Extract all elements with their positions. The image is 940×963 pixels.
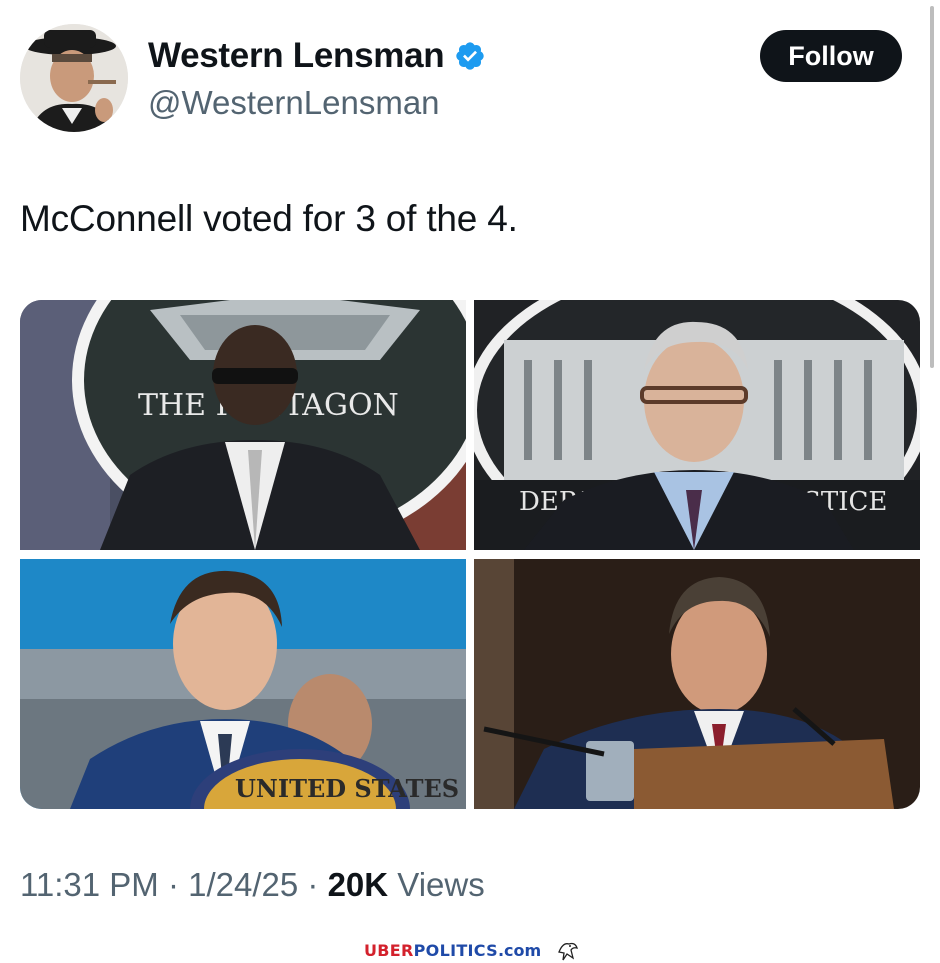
watermark: UBERPOLITICS.com bbox=[364, 938, 581, 963]
tweet-header: Western Lensman @WesternLensman Follow bbox=[20, 24, 904, 134]
avatar[interactable] bbox=[20, 24, 128, 132]
tweet-photo-3[interactable]: UNITED STATES bbox=[20, 559, 466, 809]
author-display-name[interactable]: Western Lensman bbox=[148, 36, 445, 76]
seal-text: UNITED STATES bbox=[235, 774, 459, 803]
hearing-photo bbox=[474, 559, 920, 809]
name-row: Western Lensman bbox=[148, 36, 486, 76]
follow-button[interactable]: Follow bbox=[760, 30, 902, 82]
avatar-photo-icon bbox=[20, 24, 128, 132]
tweet-meta: 11:31 PM · 1/24/25 · 20K Views bbox=[20, 866, 485, 904]
tweet-photo-2[interactable]: DEPARTMENT OF JUSTICE bbox=[474, 300, 920, 550]
photo-grid: THE PENTAGON DEPARTMENT OF JUSTICE bbox=[20, 300, 920, 809]
author-handle[interactable]: @WesternLensman bbox=[148, 84, 440, 122]
scrollbar[interactable] bbox=[930, 6, 934, 368]
views-count: 20K bbox=[327, 866, 389, 903]
tweet-photo-4[interactable] bbox=[474, 559, 920, 809]
tweet-photo-1[interactable]: THE PENTAGON bbox=[20, 300, 466, 550]
meta-separator: · bbox=[298, 866, 328, 903]
tweet-text: McConnell voted for 3 of the 4. bbox=[20, 198, 518, 239]
meta-separator: · bbox=[158, 866, 189, 903]
press-conference-photo: UNITED STATES bbox=[20, 559, 466, 809]
pentagon-podium-photo: THE PENTAGON bbox=[20, 300, 466, 550]
tweet-date[interactable]: 1/24/25 bbox=[188, 866, 298, 904]
eagle-icon bbox=[558, 942, 579, 961]
doj-podium-photo: DEPARTMENT OF JUSTICE bbox=[474, 300, 920, 550]
verified-badge-icon bbox=[456, 42, 485, 70]
tweet-time[interactable]: 11:31 PM bbox=[20, 866, 159, 904]
watermark-text: UBERPOLITICS.com bbox=[364, 941, 542, 960]
views-label: Views bbox=[388, 866, 485, 903]
